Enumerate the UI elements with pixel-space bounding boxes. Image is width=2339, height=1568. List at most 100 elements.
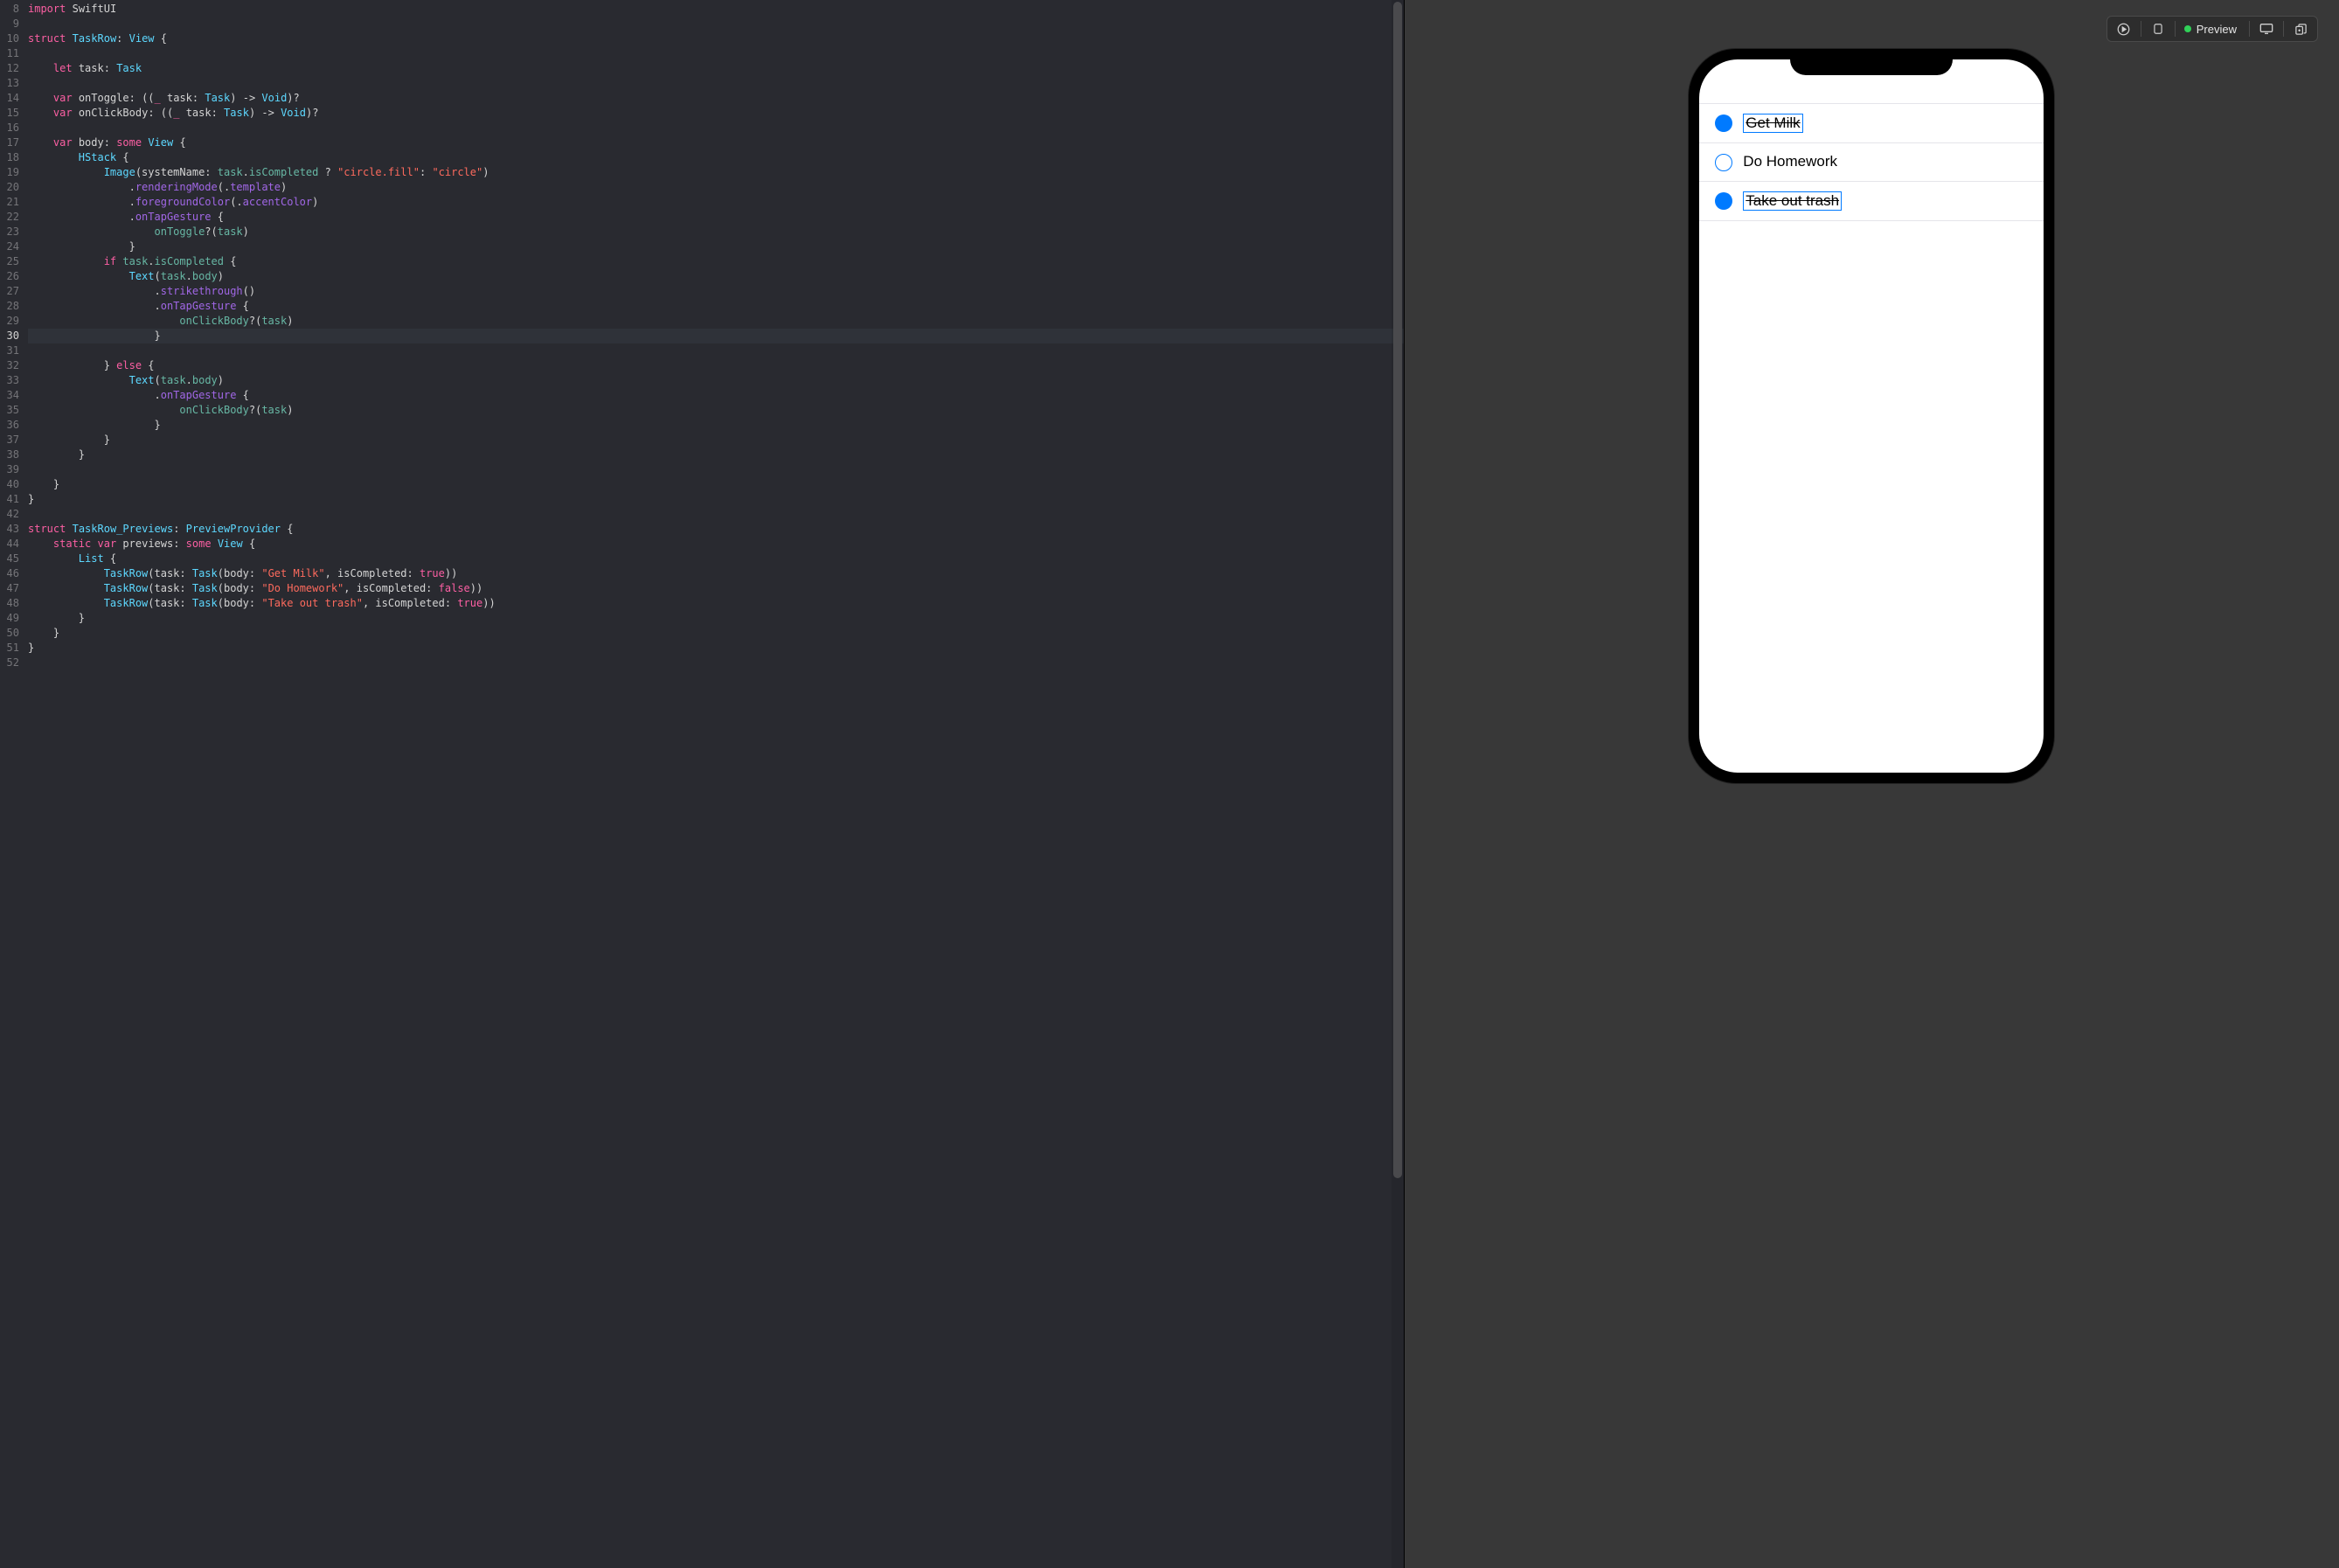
code-line[interactable]: var onToggle: ((_ task: Task) -> Void)? (28, 91, 1404, 106)
code-line[interactable]: Image(systemName: task.isCompleted ? "ci… (28, 165, 1404, 180)
code-line[interactable]: var body: some View { (28, 135, 1404, 150)
line-number: 45 (0, 552, 24, 566)
code-line[interactable]: } (28, 239, 1404, 254)
code-line[interactable] (28, 343, 1404, 358)
code-line[interactable] (28, 507, 1404, 522)
line-number: 31 (0, 343, 24, 358)
line-number: 38 (0, 448, 24, 462)
code-line[interactable]: import SwiftUI (28, 2, 1404, 17)
code-editor-pane[interactable]: 8910111213141516171819202122232425262728… (0, 0, 1404, 1568)
task-body-text[interactable]: Get Milk (1743, 114, 1802, 133)
line-number: 41 (0, 492, 24, 507)
device-frame: Get Milk Do Homework Take out trash (1689, 49, 2054, 783)
line-number: 47 (0, 581, 24, 596)
line-number: 26 (0, 269, 24, 284)
code-line[interactable]: var onClickBody: ((_ task: Task) -> Void… (28, 106, 1404, 121)
code-line[interactable]: } (28, 448, 1404, 462)
line-number: 16 (0, 121, 24, 135)
line-number: 43 (0, 522, 24, 537)
device-notch (1790, 49, 1953, 75)
run-preview-button[interactable] (2111, 17, 2137, 40)
task-row[interactable]: Get Milk (1699, 103, 2044, 143)
code-line[interactable]: List { (28, 552, 1404, 566)
selectable-button[interactable] (2145, 17, 2171, 40)
code-line[interactable]: TaskRow(task: Task(body: "Take out trash… (28, 596, 1404, 611)
line-number: 50 (0, 626, 24, 641)
toolbar-separator (2283, 21, 2284, 37)
line-number: 40 (0, 477, 24, 492)
code-line[interactable]: .renderingMode(.template) (28, 180, 1404, 195)
line-number: 17 (0, 135, 24, 150)
code-line[interactable]: .strikethrough() (28, 284, 1404, 299)
toolbar-separator (2175, 21, 2176, 37)
device-screen[interactable]: Get Milk Do Homework Take out trash (1699, 59, 2044, 773)
code-line[interactable] (28, 46, 1404, 61)
duplicate-preview-button[interactable] (2287, 17, 2314, 40)
editor-scrollbar[interactable] (1392, 0, 1404, 1568)
line-number: 46 (0, 566, 24, 581)
code-line[interactable]: .onTapGesture { (28, 299, 1404, 314)
code-line[interactable]: } (28, 433, 1404, 448)
code-line[interactable]: .onTapGesture { (28, 388, 1404, 403)
line-number: 44 (0, 537, 24, 552)
circle-fill-icon[interactable] (1715, 192, 1732, 210)
code-line[interactable]: struct TaskRow: View { (28, 31, 1404, 46)
line-number: 29 (0, 314, 24, 329)
code-line[interactable]: onClickBody?(task) (28, 314, 1404, 329)
play-icon (2117, 23, 2130, 36)
line-number: 52 (0, 656, 24, 670)
device-settings-button[interactable] (2253, 17, 2280, 40)
line-number: 13 (0, 76, 24, 91)
task-list[interactable]: Get Milk Do Homework Take out trash (1699, 59, 2044, 221)
code-line[interactable]: } (28, 626, 1404, 641)
line-number: 42 (0, 507, 24, 522)
code-line[interactable]: HStack { (28, 150, 1404, 165)
code-line[interactable] (28, 121, 1404, 135)
code-line[interactable] (28, 462, 1404, 477)
code-line[interactable]: if task.isCompleted { (28, 254, 1404, 269)
line-number: 51 (0, 641, 24, 656)
circle-icon[interactable] (1715, 154, 1732, 171)
code-line[interactable]: } (28, 611, 1404, 626)
line-number: 27 (0, 284, 24, 299)
code-line[interactable]: static var previews: some View { (28, 537, 1404, 552)
line-number: 14 (0, 91, 24, 106)
line-number: 9 (0, 17, 24, 31)
scrollbar-thumb[interactable] (1393, 2, 1402, 1178)
line-number: 22 (0, 210, 24, 225)
display-icon (2259, 23, 2273, 35)
code-line[interactable] (28, 656, 1404, 670)
preview-mode-button[interactable]: Preview (2179, 23, 2245, 36)
code-line[interactable]: } (28, 477, 1404, 492)
toolbar-separator (2249, 21, 2250, 37)
code-line[interactable]: let task: Task (28, 61, 1404, 76)
code-line[interactable] (28, 17, 1404, 31)
code-line[interactable]: TaskRow(task: Task(body: "Get Milk", isC… (28, 566, 1404, 581)
task-body-text[interactable]: Do Homework (1743, 153, 1837, 170)
code-line[interactable]: onClickBody?(task) (28, 403, 1404, 418)
code-line[interactable]: } (28, 492, 1404, 507)
code-line[interactable]: } (28, 418, 1404, 433)
line-number: 24 (0, 239, 24, 254)
code-line[interactable]: TaskRow(task: Task(body: "Do Homework", … (28, 581, 1404, 596)
code-line[interactable]: } else { (28, 358, 1404, 373)
code-line[interactable] (28, 76, 1404, 91)
task-body-text[interactable]: Take out trash (1743, 191, 1842, 211)
line-number: 15 (0, 106, 24, 121)
task-row[interactable]: Do Homework (1699, 143, 2044, 181)
preview-toolbar: Preview (2106, 16, 2318, 42)
code-line[interactable]: .onTapGesture { (28, 210, 1404, 225)
code-line[interactable]: } (28, 641, 1404, 656)
code-line[interactable]: } (28, 329, 1404, 343)
code-line[interactable]: .foregroundColor(.accentColor) (28, 195, 1404, 210)
code-line[interactable]: struct TaskRow_Previews: PreviewProvider… (28, 522, 1404, 537)
code-line[interactable]: Text(task.body) (28, 373, 1404, 388)
task-row[interactable]: Take out trash (1699, 182, 2044, 221)
code-area[interactable]: import SwiftUI struct TaskRow: View { let… (24, 0, 1404, 1568)
line-number: 30 (0, 329, 24, 343)
circle-fill-icon[interactable] (1715, 114, 1732, 132)
preview-label-text: Preview (2197, 23, 2237, 36)
code-line[interactable]: onToggle?(task) (28, 225, 1404, 239)
code-line[interactable]: Text(task.body) (28, 269, 1404, 284)
line-number: 8 (0, 2, 24, 17)
